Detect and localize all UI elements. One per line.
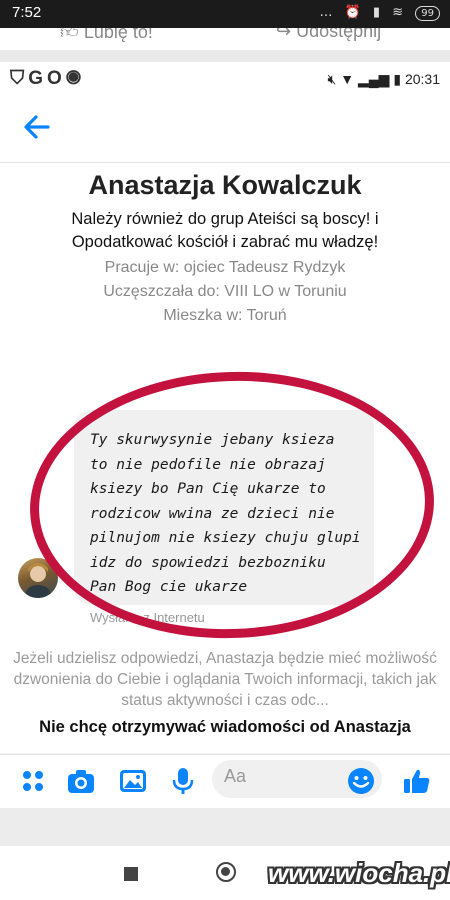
home-icon[interactable] [216,862,236,882]
profile-groups-line-1: Należy również do grup Ateiści są boscy!… [71,210,379,228]
conversation-header [0,96,450,163]
outer-clock: 7:52 [12,4,42,21]
profile-school: Uczęszczała do: VIII LO w Toruniu [103,283,347,300]
share-arrow-icon: ↪ [276,28,292,41]
recent-apps-icon[interactable] [124,867,138,881]
separator [0,50,450,62]
gallery-icon[interactable] [118,766,148,796]
wifi-icon: ▼ [340,71,355,87]
inner-clock: 20:31 [404,71,440,87]
inner-status-bar: ⛉GO◉ 🔇︎ ▼ ▂▄▆ ▮ 20:31 [0,62,450,96]
facebook-action-bar: 👍︎ Lubię to! ↪ Udostępnij [0,28,450,50]
message-input-placeholder: Aa [224,766,247,786]
profile-location: Mieszka w: Toruń [163,307,287,324]
share-button[interactable]: ↪ Udostępnij [276,28,381,42]
outer-status-bar: 7:52 … ⏰ ▮ ≋ 99 [0,0,450,28]
profile-work: Pracuje w: ojciec Tadeusz Rydzyk [104,259,346,276]
outer-status-icons: … ⏰ ▮ ≋ 99 [319,5,440,21]
microphone-icon[interactable] [168,766,198,796]
bottom-strip [0,808,450,846]
inner-app-icons: ⛉GO◉ [10,68,85,90]
status-icons: … ⏰ ▮ ≋ [319,5,408,20]
watermark: www.wiocha.pl [268,858,450,888]
inner-status-right: 🔇︎ ▼ ▂▄▆ ▮ 20:31 [328,71,440,88]
battery-icon: 99 [415,6,440,21]
like-label: Lubię to! [83,28,153,42]
thumbs-up-outline-icon: 👍︎ [60,28,79,42]
app-letters: GO [28,68,66,89]
camera-icon[interactable] [66,766,96,796]
emoji-icon[interactable] [346,766,376,796]
profile-groups-line-2: Opodatkować kościół i zabrać mu władzę! [71,233,379,251]
thumbs-up-icon[interactable] [402,766,432,796]
back-arrow-icon[interactable] [20,110,54,144]
battery-icon: ▮ [393,71,402,87]
block-messages-button[interactable]: Nie chcę otrzymywać wiadomości od Anasta… [0,718,450,737]
signal-icon: ▂▄▆ [358,71,390,87]
more-grid-icon[interactable] [18,766,48,796]
mute-icon: 🔇︎ [327,71,337,87]
target-icon: ◉ [65,68,86,89]
shield-icon: ⛉ [10,68,29,89]
like-button[interactable]: 👍︎ Lubię to! [60,28,153,43]
reply-info-text: Jeżeli udzielisz odpowiedzi, Anastazja b… [13,650,437,709]
share-label: Udostępnij [296,28,382,41]
profile-name: Anastazja Kowalczuk [88,170,362,200]
